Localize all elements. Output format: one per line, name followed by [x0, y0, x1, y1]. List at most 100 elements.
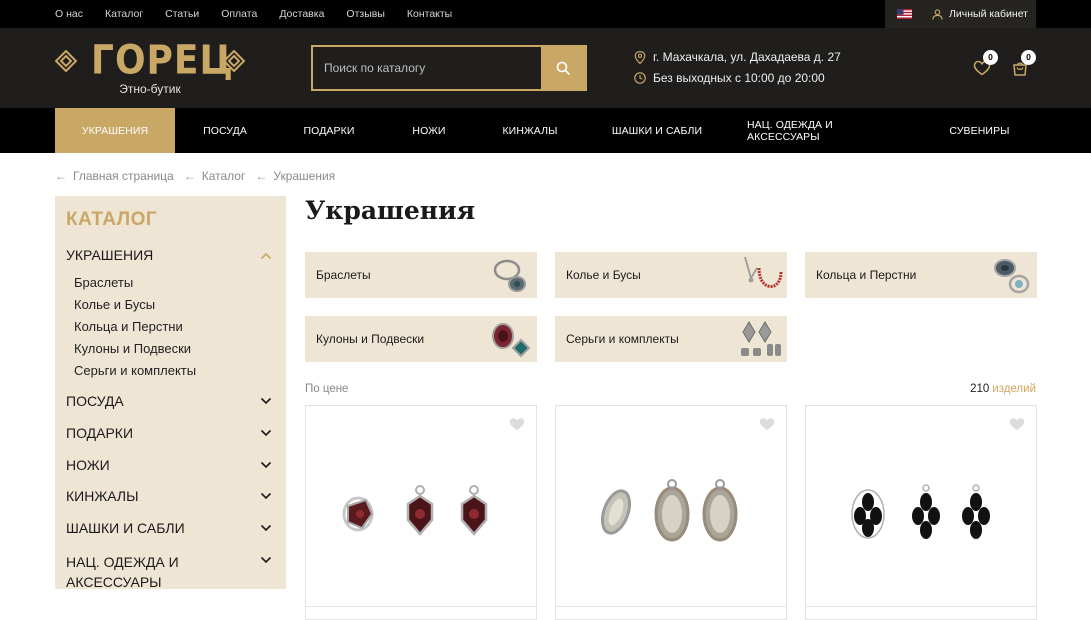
- nav-item-sabers[interactable]: ШАШКИ И САБЛИ: [604, 108, 710, 153]
- top-link-about[interactable]: О нас: [55, 8, 83, 20]
- heart-icon[interactable]: [1009, 417, 1025, 431]
- bracelet-thumbnail-icon: [493, 259, 526, 292]
- search-icon: [556, 61, 570, 75]
- product-count-number: 210: [970, 383, 990, 395]
- subcategory-tile-earrings[interactable]: Серьги и комплекты: [555, 316, 787, 362]
- sidebar-category-dishes[interactable]: ПОСУДА: [66, 393, 124, 409]
- favorites-count-badge: 0: [983, 50, 998, 65]
- location-pin-icon: [634, 50, 646, 64]
- chevron-down-icon[interactable]: [260, 524, 272, 532]
- top-link-articles[interactable]: Статьи: [165, 8, 199, 20]
- pendant-thumbnail-icon: [492, 323, 531, 358]
- top-bar: О нас Каталог Статьи Оплата Доставка Отз…: [0, 0, 1091, 28]
- subcategory-label: Серьги и комплекты: [566, 332, 679, 346]
- top-link-catalog[interactable]: Каталог: [105, 8, 143, 20]
- header: ГОРЕЦ Этно-бутик г. Махачкала, ул. Дахад…: [0, 28, 1091, 108]
- product-card[interactable]: [555, 405, 787, 620]
- logo-subtitle: Этно-бутик: [119, 82, 181, 96]
- card-divider: [305, 606, 537, 607]
- breadcrumb-catalog[interactable]: Каталог: [202, 169, 246, 183]
- subcategory-label: Кольца и Перстни: [816, 268, 917, 282]
- user-icon[interactable]: [932, 8, 943, 20]
- heart-icon[interactable]: [509, 417, 525, 431]
- chevron-up-icon[interactable]: [260, 252, 272, 260]
- nav-item-dishes[interactable]: ПОСУДА: [190, 108, 260, 153]
- subcategory-label: Браслеты: [316, 268, 371, 282]
- sidebar-category-sabers[interactable]: ШАШКИ И САБЛИ: [66, 520, 185, 536]
- top-nav: О нас Каталог Статьи Оплата Доставка Отз…: [55, 0, 474, 28]
- logo-ornament-left-icon: [55, 50, 77, 72]
- subcategory-label: Колье и Бусы: [566, 268, 641, 282]
- product-image-mother-of-pearl-set: [600, 479, 738, 542]
- product-count-unit: изделий: [992, 383, 1036, 395]
- arrow-left-icon: ←: [55, 169, 67, 183]
- nav-item-souvenirs[interactable]: СУВЕНИРЫ: [942, 108, 1017, 153]
- ring-thumbnail-icon: [994, 259, 1030, 294]
- logo-text: ГОРЕЦ: [91, 37, 234, 84]
- subcategory-tile-pendants[interactable]: Кулоны и Подвески: [305, 316, 537, 362]
- hours-text: Без выходных с 10:00 до 20:00: [653, 71, 825, 85]
- arrow-left-icon: ←: [183, 169, 196, 183]
- account-link[interactable]: Личный кабинет: [949, 8, 1028, 20]
- hours: Без выходных с 10:00 до 20:00: [634, 71, 825, 85]
- logo-ornament-right-icon: [223, 50, 245, 72]
- nav-item-jewelry[interactable]: УКРАШЕНИЯ: [55, 108, 175, 153]
- earrings-thumbnail-icon: [741, 321, 781, 356]
- arrow-left-icon: ←: [255, 169, 268, 183]
- top-link-reviews[interactable]: Отзывы: [346, 8, 384, 20]
- sidebar-subitem-pendants[interactable]: Кулоны и Подвески: [74, 341, 191, 356]
- product-image-onyx-set: [851, 484, 990, 539]
- product-card[interactable]: [805, 405, 1037, 620]
- top-link-contacts[interactable]: Контакты: [407, 8, 452, 20]
- logo[interactable]: ГОРЕЦ Этно-бутик: [55, 38, 245, 98]
- necklace-thumbnail-icon: [744, 256, 783, 288]
- page-title: Украшения: [305, 196, 476, 225]
- main-nav: УКРАШЕНИЯ ПОСУДА ПОДАРКИ НОЖИ КИНЖАЛЫ ША…: [0, 108, 1091, 153]
- sidebar-subitem-earrings[interactable]: Серьги и комплекты: [74, 363, 196, 378]
- address: г. Махачкала, ул. Дахадаева д. 27: [634, 50, 841, 64]
- sidebar-category-daggers[interactable]: КИНЖАЛЫ: [66, 488, 138, 504]
- product-image-garnet-set: [342, 485, 488, 536]
- sidebar-category-jewelry[interactable]: УКРАШЕНИЯ: [66, 247, 153, 263]
- chevron-down-icon[interactable]: [260, 397, 272, 405]
- top-link-payment[interactable]: Оплата: [221, 8, 257, 20]
- search-input[interactable]: [313, 47, 541, 89]
- subcategory-tile-necklaces[interactable]: Колье и Бусы: [555, 252, 787, 298]
- clock-icon: [634, 72, 646, 84]
- nav-item-national-clothing[interactable]: НАЦ. ОДЕЖДА И АКСЕССУАРЫ: [747, 108, 905, 153]
- address-text: г. Махачкала, ул. Дахадаева д. 27: [653, 50, 841, 64]
- sidebar-title: КАТАЛОГ: [66, 209, 158, 230]
- us-flag-icon[interactable]: [897, 9, 912, 19]
- cart-count-badge: 0: [1021, 50, 1036, 65]
- chevron-down-icon[interactable]: [260, 429, 272, 437]
- search-bar: [311, 45, 587, 91]
- card-divider: [805, 606, 1037, 607]
- nav-item-knives[interactable]: НОЖИ: [403, 108, 455, 153]
- breadcrumb: ← Главная страница ← Каталог ← Украшения: [55, 169, 345, 183]
- breadcrumb-home[interactable]: Главная страница: [73, 169, 174, 183]
- chevron-down-icon[interactable]: [260, 492, 272, 500]
- subcategory-tile-rings[interactable]: Кольца и Перстни: [805, 252, 1037, 298]
- sidebar-subitem-bracelets[interactable]: Браслеты: [74, 275, 133, 290]
- chevron-down-icon[interactable]: [260, 556, 272, 564]
- account-box: Личный кабинет: [885, 0, 1036, 28]
- nav-item-gifts[interactable]: ПОДАРКИ: [292, 108, 366, 153]
- sidebar-category-gifts[interactable]: ПОДАРКИ: [66, 425, 133, 441]
- nav-item-daggers[interactable]: КИНЖАЛЫ: [494, 108, 566, 153]
- top-link-delivery[interactable]: Доставка: [279, 8, 324, 20]
- sidebar-category-national-clothing[interactable]: НАЦ. ОДЕЖДА И АКСЕССУАРЫ: [66, 552, 236, 592]
- chevron-down-icon[interactable]: [260, 461, 272, 469]
- heart-icon[interactable]: [759, 417, 775, 431]
- subcategory-tile-bracelets[interactable]: Браслеты: [305, 252, 537, 298]
- sidebar-subitem-rings[interactable]: Кольца и Перстни: [74, 319, 183, 334]
- search-button[interactable]: [541, 47, 585, 89]
- subcategory-label: Кулоны и Подвески: [316, 332, 425, 346]
- card-divider: [555, 606, 787, 607]
- product-count: 210 изделий: [970, 383, 1036, 395]
- product-card[interactable]: [305, 405, 537, 620]
- sort-by-price[interactable]: По цене: [305, 383, 348, 395]
- breadcrumb-current: Украшения: [273, 169, 336, 183]
- sidebar-subitem-necklaces[interactable]: Колье и Бусы: [74, 297, 155, 312]
- sidebar-category-knives[interactable]: НОЖИ: [66, 457, 110, 473]
- catalog-sidebar: КАТАЛОГ УКРАШЕНИЯ Браслеты Колье и Бусы …: [55, 196, 286, 592]
